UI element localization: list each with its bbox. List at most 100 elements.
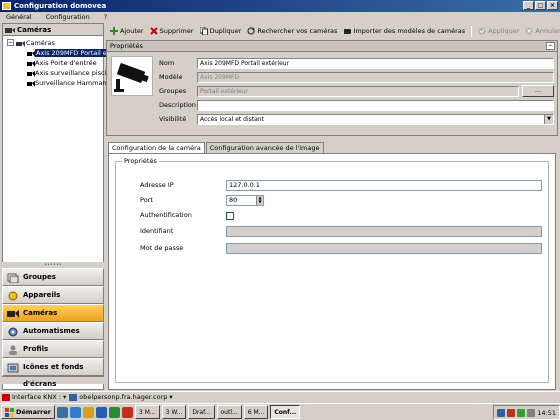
tray-network-icon[interactable]: [497, 408, 506, 417]
nav-label: Appareils: [23, 291, 61, 299]
tree-item-porte[interactable]: Axis Porte d'entrée: [5, 58, 101, 68]
window-title: Configuration domovea: [14, 2, 107, 10]
delete-button[interactable]: Supprimer: [149, 25, 194, 37]
search-cameras-label: Rechercher vos caméras: [257, 27, 338, 35]
group-title: Propriétés: [122, 157, 159, 165]
id-label: Identifiant: [140, 227, 174, 235]
tray-security-icon[interactable]: [517, 408, 526, 417]
nav-automatismes[interactable]: Automatismes: [2, 322, 104, 340]
cancel-label: Annuler: [535, 27, 560, 35]
tray-volume-icon[interactable]: [527, 408, 536, 417]
tray-app-icon[interactable]: [507, 408, 516, 417]
taskbar: Démarrer 3 M... 3 W... Draf... outl... 6…: [0, 403, 560, 420]
port-value: 80: [229, 196, 238, 204]
camera-icon: [7, 310, 19, 318]
cancel-button[interactable]: Annuler: [525, 25, 560, 37]
nav-groupes[interactable]: Groupes: [2, 268, 104, 286]
maximize-button[interactable]: □: [535, 1, 546, 10]
left-panel-header: Caméras: [3, 24, 103, 36]
cancel-icon: [525, 27, 533, 35]
windows-logo-icon: [5, 407, 14, 417]
auth-checkbox[interactable]: [226, 212, 234, 220]
tree-root[interactable]: − Caméras: [5, 38, 101, 48]
password-field[interactable]: [226, 243, 542, 254]
port-stepper[interactable]: 80 ▲ ▼: [226, 195, 264, 206]
window-controls: _ □ ×: [523, 1, 558, 10]
quicklaunch-acrobat-icon[interactable]: [122, 406, 133, 418]
menu-general[interactable]: Général: [6, 12, 32, 22]
menu-bar: Général Configuration ?: [0, 12, 560, 22]
port-label: Port: [140, 196, 153, 204]
apply-button[interactable]: Appliquer: [478, 25, 519, 37]
task-label: outl...: [220, 408, 238, 416]
menu-help[interactable]: ?: [104, 12, 107, 22]
tab-strip: Configuration de la caméra Configuration…: [108, 142, 325, 154]
collapse-button[interactable]: −: [546, 42, 555, 50]
knx-interface[interactable]: Interface KNX : ▾: [2, 393, 66, 401]
search-cameras-button[interactable]: Rechercher vos caméras: [247, 25, 337, 37]
start-button[interactable]: Démarrer: [1, 405, 55, 419]
task-button-outlook[interactable]: outl...: [216, 405, 242, 419]
task-button-draft[interactable]: Draf...: [188, 405, 215, 419]
add-button[interactable]: Ajouter: [110, 25, 144, 37]
ip-field[interactable]: 127.0.0.1: [226, 180, 542, 191]
camera-icon: [5, 28, 15, 33]
task-button-conf[interactable]: Conf...: [270, 405, 301, 419]
task-label: Draf...: [192, 408, 211, 416]
id-field[interactable]: [226, 226, 542, 237]
groups-browse-button[interactable]: ...: [522, 85, 554, 97]
properties-title: Propriétés: [110, 42, 143, 50]
tree-item-portail[interactable]: Axis 209MFD Portail extérieur: [5, 48, 134, 58]
left-panel-title: Caméras: [17, 26, 52, 34]
quicklaunch-ie-icon[interactable]: [57, 406, 68, 418]
tab-advanced-image[interactable]: Configuration avancée de l'image: [205, 142, 324, 153]
task-button-mail[interactable]: 3 M...: [135, 405, 160, 419]
quicklaunch-word-icon[interactable]: [96, 406, 107, 418]
nav-profils[interactable]: Profils: [2, 340, 104, 358]
nav-cameras[interactable]: Caméras: [2, 304, 104, 322]
model-label: Modèle: [159, 73, 183, 81]
auth-label: Authentification: [140, 211, 192, 219]
tree-item-label: Surveillance Hammam: [35, 79, 109, 87]
tree-item-piscine[interactable]: Axis surveillance piscine: [5, 68, 115, 78]
knx-icon: [2, 393, 10, 401]
description-field[interactable]: [197, 100, 554, 111]
properties-panel: Propriétés − Nom Axis 209MFD Portail ext…: [106, 40, 558, 136]
wallpapers-icon: [7, 363, 19, 373]
quicklaunch-folder-icon[interactable]: [83, 406, 94, 418]
quicklaunch-excel-icon[interactable]: [109, 406, 120, 418]
task-button-m[interactable]: 6 M...: [243, 405, 269, 419]
duplicate-icon: [199, 27, 208, 35]
status-bar: Interface KNX : ▾ obelpersonp.fra.hager.…: [0, 391, 560, 402]
name-field[interactable]: Axis 209MFD Portail extérieur: [197, 58, 554, 69]
collapse-toggle-icon[interactable]: −: [7, 39, 14, 46]
groups-icon: [7, 273, 19, 283]
close-button[interactable]: ×: [547, 1, 558, 10]
menu-configuration[interactable]: Configuration: [46, 12, 90, 22]
automation-icon: [8, 327, 18, 337]
system-tray: 14:51: [493, 405, 560, 420]
task-label: 3 W...: [165, 408, 183, 416]
add-label: Ajouter: [120, 27, 144, 35]
dropdown-arrow-icon[interactable]: ▾: [63, 393, 66, 401]
nav-icones[interactable]: Icônes et fonds d'écrans: [2, 358, 104, 388]
spin-arrows-icon[interactable]: ▲ ▼: [256, 196, 263, 205]
task-label: 6 M...: [247, 408, 265, 416]
import-models-button[interactable]: Importer des modèles de caméras: [343, 25, 465, 37]
nav-buttons: Groupes Appareils Caméras Automatismes P…: [2, 268, 104, 388]
minimize-button[interactable]: _: [523, 1, 534, 10]
tree-item-hammam[interactable]: Surveillance Hammam: [5, 78, 109, 90]
tree-item-label: Axis surveillance piscine: [35, 69, 115, 77]
app-icon: [2, 2, 11, 10]
server-selector[interactable]: obelpersonp.fra.hager.corp ▾: [69, 393, 173, 401]
chevron-down-icon[interactable]: ▼: [544, 115, 553, 124]
duplicate-button[interactable]: Dupliquer: [199, 25, 241, 37]
visibility-select[interactable]: Accès local et distant ▼: [197, 114, 554, 125]
apply-label: Appliquer: [488, 27, 520, 35]
camera-icon: [27, 80, 35, 90]
dropdown-arrow-icon[interactable]: ▾: [169, 393, 172, 401]
task-button-word[interactable]: 3 W...: [161, 405, 187, 419]
quicklaunch-outlook-icon[interactable]: [70, 406, 81, 418]
nav-appareils[interactable]: Appareils: [2, 286, 104, 304]
ip-label: Adresse IP: [140, 181, 174, 189]
